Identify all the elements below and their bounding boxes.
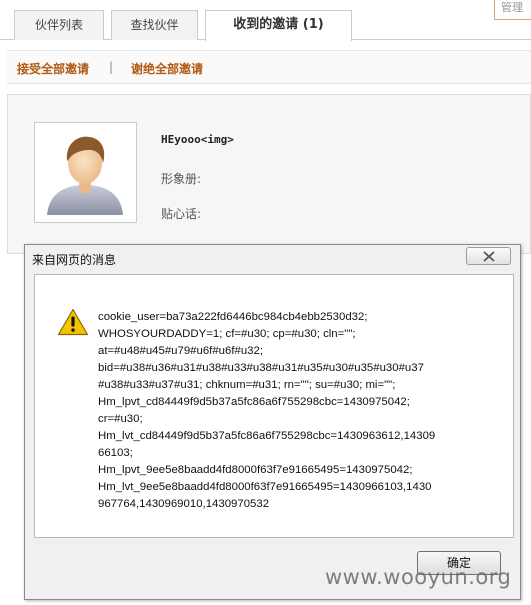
message-line: 967764,1430969010,1430970532: [98, 498, 270, 510]
note-label: 贴心话:: [161, 207, 202, 221]
reject-all-link[interactable]: 谢绝全部邀请: [131, 60, 203, 77]
message-line: bid=#u38#u36#u31#u38#u33#u38#u31#u35#u30…: [98, 362, 424, 374]
avatar[interactable]: [34, 122, 137, 223]
tab-bar: 伙伴列表 查找伙伴 收到的邀请 (1): [0, 0, 531, 41]
warning-icon: [57, 308, 89, 336]
action-separator: |: [109, 60, 114, 74]
dialog-close-button[interactable]: [466, 247, 511, 265]
message-line: cookie_user=ba73a222fd6446bc984cb4ebb253…: [98, 311, 368, 323]
message-line: WHOSYOURDADDY=1; cf=#u30; cp=#u30; cln="…: [98, 328, 356, 340]
message-line: cr=#u30;: [98, 413, 143, 425]
message-line: Hm_lvt_cd84449f9d5b37a5fc86a6f755298cbc=…: [98, 430, 436, 442]
message-line: Hm_lvt_9ee5e8baadd4fd8000f63f7e91665495=…: [98, 481, 432, 493]
message-line: Hm_lpvt_9ee5e8baadd4fd8000f63f7e91665495…: [98, 464, 413, 476]
invite-card: HEyooo<img> 形象册: 贴心话:: [7, 94, 531, 254]
close-icon: [483, 251, 495, 262]
tab-friend-list[interactable]: 伙伴列表: [14, 10, 104, 40]
dialog-body: cookie_user=ba73a222fd6446bc984cb4ebb253…: [34, 274, 514, 538]
inviter-name[interactable]: HEyooo<img>: [161, 133, 234, 146]
message-line: Hm_lpvt_cd84449f9d5b37a5fc86a6f755298cbc…: [98, 396, 410, 408]
default-user-icon: [47, 136, 123, 215]
message-line: at=#u48#u45#u79#u6f#u6f#u32;: [98, 345, 264, 357]
accept-all-link[interactable]: 接受全部邀请: [17, 60, 89, 77]
alert-message: cookie_user=ba73a222fd6446bc984cb4ebb253…: [98, 309, 478, 513]
message-line: #u38#u33#u37#u31; chknum=#u31; rn=""; su…: [98, 379, 396, 391]
dialog-title: 来自网页的消息: [32, 253, 117, 267]
tab-find-friends[interactable]: 查找伙伴: [111, 10, 198, 40]
tab-received-invites[interactable]: 收到的邀请 (1): [205, 10, 352, 41]
album-label: 形象册:: [161, 172, 202, 186]
message-line: 66103;: [98, 447, 133, 459]
watermark: www.wooyun.org: [325, 565, 512, 589]
alert-dialog: 来自网页的消息 cookie_user=ba73a222fd6446bc984c…: [24, 244, 521, 600]
manage-button[interactable]: 管理: [494, 0, 531, 20]
dialog-titlebar[interactable]: 来自网页的消息: [25, 245, 520, 271]
invite-action-bar: 接受全部邀请 | 谢绝全部邀请: [7, 50, 531, 84]
